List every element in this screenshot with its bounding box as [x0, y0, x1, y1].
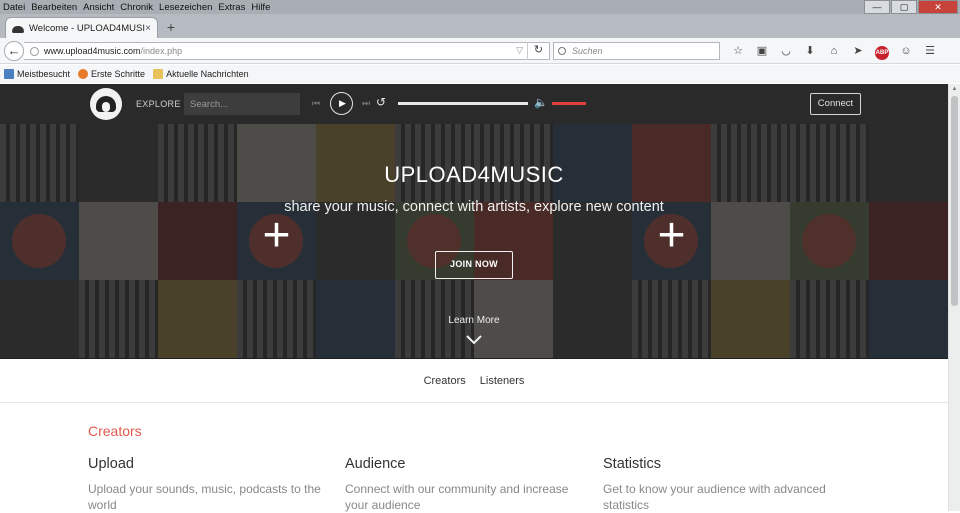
- menu-chronik[interactable]: Chronik: [117, 2, 156, 13]
- bookmarks-bar: Meistbesucht Erste Schritte Aktuelle Nac…: [0, 65, 960, 83]
- chat-icon[interactable]: ☺: [894, 42, 918, 60]
- page-scrollbar[interactable]: ▲: [948, 84, 960, 511]
- play-button[interactable]: ▶: [330, 92, 353, 115]
- feature-text: Get to know your audience with advanced …: [603, 482, 826, 512]
- download-icon[interactable]: ⬇: [798, 42, 822, 60]
- next-track-icon[interactable]: ⏭: [362, 98, 370, 109]
- hero: UPLOAD4MUSIC share your music, connect w…: [0, 124, 948, 359]
- menu-lesezeichen[interactable]: Lesezeichen: [156, 2, 215, 13]
- url-bar[interactable]: www.upload4music.com/index.php ▽ ↻: [24, 42, 550, 60]
- explore-link[interactable]: EXPLORE: [136, 99, 181, 109]
- star-icon[interactable]: ☆: [726, 42, 750, 60]
- previous-track-icon[interactable]: ⏮: [312, 98, 320, 109]
- progress-bar[interactable]: [398, 102, 528, 105]
- menu-bearbeiten[interactable]: Bearbeiten: [28, 2, 80, 13]
- bookmark-label: Meistbesucht: [17, 69, 71, 79]
- site-header: EXPLORE ⏮ ▶ ⏭ ↺ 🔈 Connect: [0, 84, 948, 124]
- bookmark-aktuelle-nachrichten[interactable]: Aktuelle Nachrichten: [153, 69, 249, 79]
- favicon-icon: [12, 23, 24, 33]
- volume-icon[interactable]: 🔈: [534, 96, 548, 109]
- menu-hilfe[interactable]: Hilfe: [248, 2, 273, 13]
- feature-title: Audience: [345, 456, 406, 472]
- back-button[interactable]: ←: [4, 41, 24, 61]
- toolbar-icons: ☆ ▣ ◡ ⬇ ⌂ ➤ ABP ☺ ☰: [726, 42, 942, 60]
- menu-bar: Datei Bearbeiten Ansicht Chronik Lesezei…: [0, 0, 960, 14]
- search-icon: [558, 47, 566, 55]
- connect-button[interactable]: Connect: [810, 93, 861, 115]
- menu-icon[interactable]: ☰: [918, 42, 942, 60]
- bookmark-meistbesucht[interactable]: Meistbesucht: [4, 69, 70, 79]
- clipboard-icon[interactable]: ▣: [750, 42, 774, 60]
- globe-icon: [30, 46, 39, 56]
- feature-statistics: Statistics Get to know your audience wit…: [603, 456, 843, 513]
- volume-fill: [552, 102, 586, 105]
- progress-fill: [398, 102, 528, 105]
- repeat-icon[interactable]: ↺: [376, 95, 386, 109]
- hero-tagline: share your music, connect with artists, …: [284, 199, 664, 215]
- close-window-button[interactable]: ✕: [918, 0, 958, 14]
- send-icon[interactable]: ➤: [846, 42, 870, 60]
- logo-headphones-icon[interactable]: [90, 88, 122, 120]
- feature-title: Statistics: [603, 456, 662, 472]
- nav-bar: ← www.upload4music.com/index.php ▽ ↻ Suc…: [0, 38, 960, 64]
- browser-search-placeholder: Suchen: [572, 46, 603, 56]
- feature-text: Upload your sounds, music, podcasts to t…: [88, 482, 321, 512]
- chevron-down-icon[interactable]: ▽: [516, 45, 523, 56]
- feature-upload: Upload Upload your sounds, music, podcas…: [88, 456, 328, 513]
- firefox-icon: [78, 69, 89, 79]
- tab-title: Welcome - UPLOAD4MUSIC: [29, 22, 146, 34]
- reload-icon[interactable]: ↻: [527, 42, 549, 60]
- scroll-up-icon[interactable]: ▲: [949, 84, 960, 94]
- maximize-button[interactable]: ▢: [891, 0, 917, 14]
- subnav-listeners[interactable]: Listeners: [480, 375, 525, 387]
- subnav-creators[interactable]: Creators: [424, 375, 466, 387]
- audience-subnav: Creators Listeners: [0, 359, 948, 403]
- minimize-button[interactable]: —: [864, 0, 890, 14]
- scrollbar-thumb[interactable]: [951, 96, 958, 306]
- chevron-down-icon[interactable]: [466, 332, 482, 348]
- feature-audience: Audience Connect with our community and …: [345, 456, 585, 513]
- menu-ansicht[interactable]: Ansicht: [80, 2, 117, 13]
- bookmark-icon: [4, 69, 14, 79]
- feature-title: Upload: [88, 456, 134, 472]
- adblock-icon[interactable]: ABP: [870, 42, 894, 60]
- bookmark-label: Erste Schritte: [91, 69, 146, 79]
- folder-icon: [153, 69, 164, 79]
- window-controls: — ▢ ✕: [863, 0, 958, 14]
- learn-more-link[interactable]: Learn More: [0, 315, 948, 326]
- url-host: www.upload4music.com: [44, 46, 141, 56]
- site-search-input[interactable]: [184, 93, 300, 115]
- tab-strip: Welcome - UPLOAD4MUSIC × +: [0, 14, 960, 38]
- tab-welcome[interactable]: Welcome - UPLOAD4MUSIC ×: [5, 17, 158, 38]
- tab-close-icon[interactable]: ×: [145, 23, 151, 34]
- browser-search-input[interactable]: Suchen: [553, 42, 720, 60]
- volume-slider[interactable]: [552, 102, 586, 105]
- bookmark-label: Aktuelle Nachrichten: [166, 69, 249, 79]
- home-icon[interactable]: ⌂: [822, 42, 846, 60]
- hero-title: UPLOAD4MUSIC: [384, 162, 564, 187]
- new-tab-button[interactable]: +: [162, 19, 180, 35]
- section-title-creators: Creators: [88, 423, 142, 439]
- pocket-icon[interactable]: ◡: [774, 42, 798, 60]
- bookmark-erste-schritte[interactable]: Erste Schritte: [78, 69, 145, 79]
- url-path: /index.php: [140, 46, 183, 56]
- join-now-button[interactable]: JOIN NOW: [435, 251, 513, 279]
- menu-extras[interactable]: Extras: [215, 2, 248, 13]
- feature-text: Connect with our community and increase …: [345, 482, 569, 512]
- menu-datei[interactable]: Datei: [0, 2, 28, 13]
